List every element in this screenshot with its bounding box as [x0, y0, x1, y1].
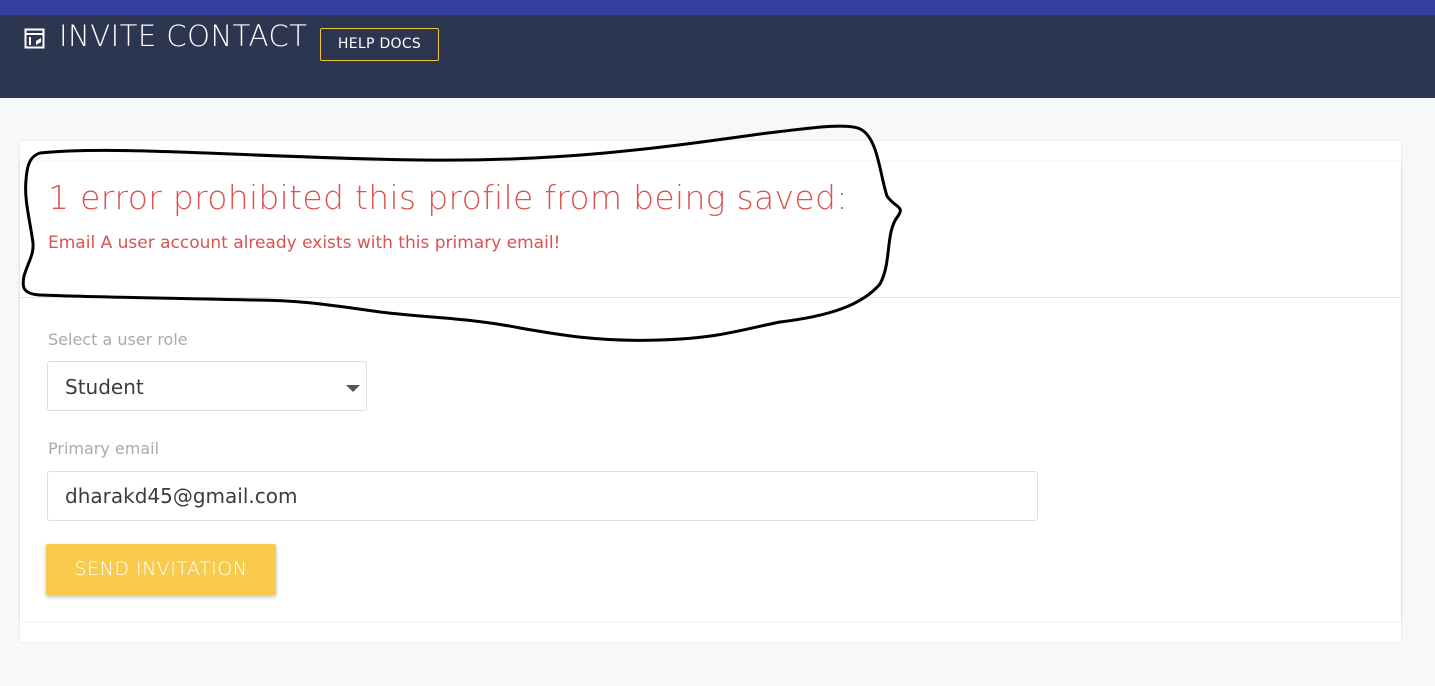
caret-down-icon: [346, 385, 360, 392]
role-select-value: Student: [65, 375, 144, 399]
help-docs-button[interactable]: HELP DOCS: [320, 28, 439, 61]
error-title: 1 error prohibited this profile from bei…: [48, 178, 848, 217]
document-edit-icon: [24, 28, 45, 49]
role-label: Select a user role: [48, 330, 188, 349]
send-invitation-button[interactable]: SEND INVITATION: [46, 544, 276, 595]
role-select[interactable]: Student: [47, 361, 367, 411]
top-accent-bar: [0, 0, 1435, 15]
email-label: Primary email: [48, 439, 160, 458]
error-message: Email A user account already exists with…: [48, 233, 561, 253]
page-title: INVITE CONTACT: [59, 19, 308, 53]
email-field[interactable]: [47, 471, 1038, 521]
